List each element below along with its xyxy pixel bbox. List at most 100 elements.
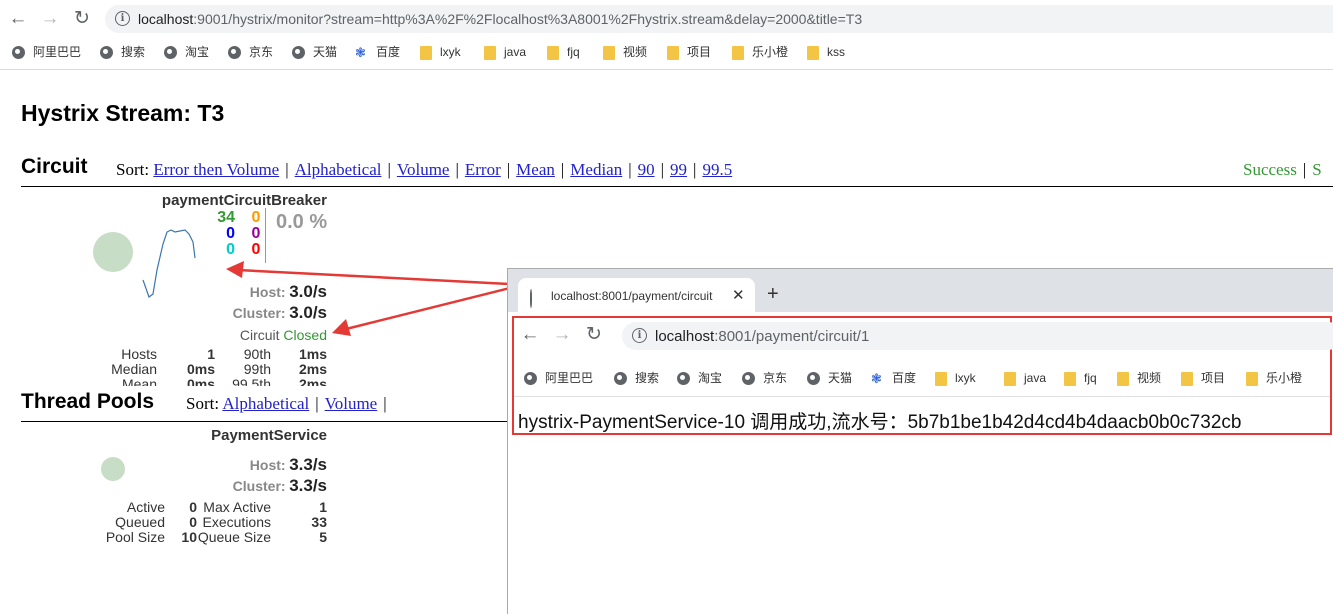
sort-separator: | [315,394,319,413]
forward-arrow-icon[interactable]: → [552,325,572,345]
popup-browser-window: localhost:8001/payment/circuit ✕ + ← → ↻… [507,268,1333,614]
bookmark-item[interactable]: 淘宝 [677,369,722,387]
sort-option-link[interactable]: 90 [638,160,655,179]
bookmark-item[interactable]: 京东 [742,369,787,387]
bookmark-item[interactable]: 视频 [603,43,647,61]
stats-row: Median 0ms 99th 2ms [91,362,327,377]
stat-label: Executions [202,514,271,530]
stat-label: Hosts [121,346,157,362]
info-icon[interactable]: i [632,328,647,343]
bookmark-item[interactable]: 项目 [667,43,711,61]
new-tab-icon[interactable]: + [767,284,779,304]
bookmark-label: java [1024,371,1047,385]
stat-label: Queue Size [197,529,271,545]
thread-pool-bubble [101,457,125,481]
popup-tab[interactable]: localhost:8001/payment/circuit ✕ [518,278,755,312]
sort-separator: | [383,394,387,413]
counts-column-right: 0 0 0 [249,210,263,258]
bookmark-label: 京东 [249,45,274,59]
bookmark-item[interactable]: java [1004,369,1046,387]
bookmark-item[interactable]: fjq [547,43,580,61]
address-url[interactable]: localhost:9001/hystrix/monitor?stream=ht… [138,11,862,27]
stat-value: 0ms [186,376,215,387]
bookmark-label: fjq [1084,371,1097,385]
close-icon[interactable]: ✕ [732,286,745,304]
sort-option-link[interactable]: Volume [325,394,378,413]
bookmark-label: lxyk [440,45,461,59]
popup-address-bar[interactable]: i localhost:8001/payment/circuit/1 [622,322,1333,350]
circuit-name: paymentCircuitBreaker [161,192,327,209]
folder-icon [1064,371,1076,386]
stat-value: 1 [319,499,327,515]
tp-host-rate: 3.3/s [289,455,327,474]
sort-option-link[interactable]: Alphabetical [222,394,309,413]
sort-option-link[interactable]: Alphabetical [295,160,382,179]
folder-icon [807,45,819,60]
url-host: localhost [138,11,194,27]
bookmark-item[interactable]: 视频 [1117,369,1161,387]
folder-icon [1181,371,1193,386]
back-arrow-icon[interactable]: ← [8,9,28,29]
bookmark-item[interactable]: 乐小橙 [732,43,788,61]
sort-separator: | [693,160,697,179]
toolbar-divider [0,69,1333,70]
baidu-paw-icon: ❃ [871,371,882,387]
folder-icon [1004,371,1016,386]
stat-label: Pool Size [105,529,165,545]
bookmark-item[interactable]: fjq [1064,369,1097,387]
arrow-head-status [332,319,351,336]
bookmark-item[interactable]: ❃ 百度 [871,369,916,387]
count-bad-request: 0 [226,241,235,258]
folder-icon [1246,371,1258,386]
bookmark-item[interactable]: 京东 [228,43,273,61]
sort-option-link[interactable]: Volume [397,160,450,179]
stat-value: 10 [181,529,197,545]
bookmark-item[interactable]: 搜索 [614,369,659,387]
popup-highlight-frame: ← → ↻ i localhost:8001/payment/circuit/1… [512,316,1333,435]
reload-icon[interactable]: ↻ [72,9,92,29]
stat-value: 1ms [298,346,327,362]
circuit-divider [21,186,1333,187]
bookmark-label: 搜索 [121,45,146,59]
info-icon[interactable]: i [115,11,130,26]
popup-url[interactable]: localhost:8001/payment/circuit/1 [655,328,869,345]
stat-value: 2ms [298,376,327,387]
stat-value: 2ms [298,361,327,377]
address-bar[interactable]: i localhost:9001/hystrix/monitor?stream=… [105,5,1333,33]
tab-globe-icon [530,289,532,308]
sort-option-link[interactable]: 99.5 [702,160,732,179]
bookmark-item[interactable]: 淘宝 [164,43,209,61]
url-path: :8001/payment/circuit/1 [714,328,870,345]
sort-option-link[interactable]: Error [465,160,501,179]
sort-option-link[interactable]: 99 [670,160,687,179]
sort-option-link[interactable]: Median [570,160,622,179]
globe-icon [100,46,113,60]
globe-icon [12,46,25,60]
legend-success: Success [1243,160,1297,179]
globe-icon [292,46,305,60]
back-arrow-icon[interactable]: ← [520,325,540,345]
bookmark-item[interactable]: 阿里巴巴 [524,369,593,387]
bookmark-item[interactable]: ❃ 百度 [355,43,400,61]
bookmark-item[interactable]: kss [807,43,845,61]
bookmark-item[interactable]: lxyk [935,369,976,387]
globe-icon [742,372,755,386]
bookmark-item[interactable]: java [484,43,526,61]
bookmark-item[interactable]: 天猫 [292,43,337,61]
counts-divider [265,208,266,263]
sort-option-link[interactable]: Error then Volume [153,160,279,179]
thread-pool-card: PaymentService Host: 3.3/s Cluster: 3.3/… [21,424,331,554]
url-host: localhost [655,328,715,345]
bookmark-item[interactable]: lxyk [420,43,461,61]
bookmark-item[interactable]: 阿里巴巴 [12,43,81,61]
stat-label: Queued [115,514,165,530]
forward-arrow-icon[interactable]: → [40,9,60,29]
bookmark-item[interactable]: 乐小橙 [1246,369,1302,387]
reload-icon[interactable]: ↻ [584,325,604,345]
bookmark-item[interactable]: 搜索 [100,43,145,61]
sort-option-link[interactable]: Mean [516,160,555,179]
arrow-to-status [345,286,511,331]
stat-label: Median [111,361,157,377]
bookmark-item[interactable]: 天猫 [807,369,852,387]
bookmark-item[interactable]: 项目 [1181,369,1225,387]
